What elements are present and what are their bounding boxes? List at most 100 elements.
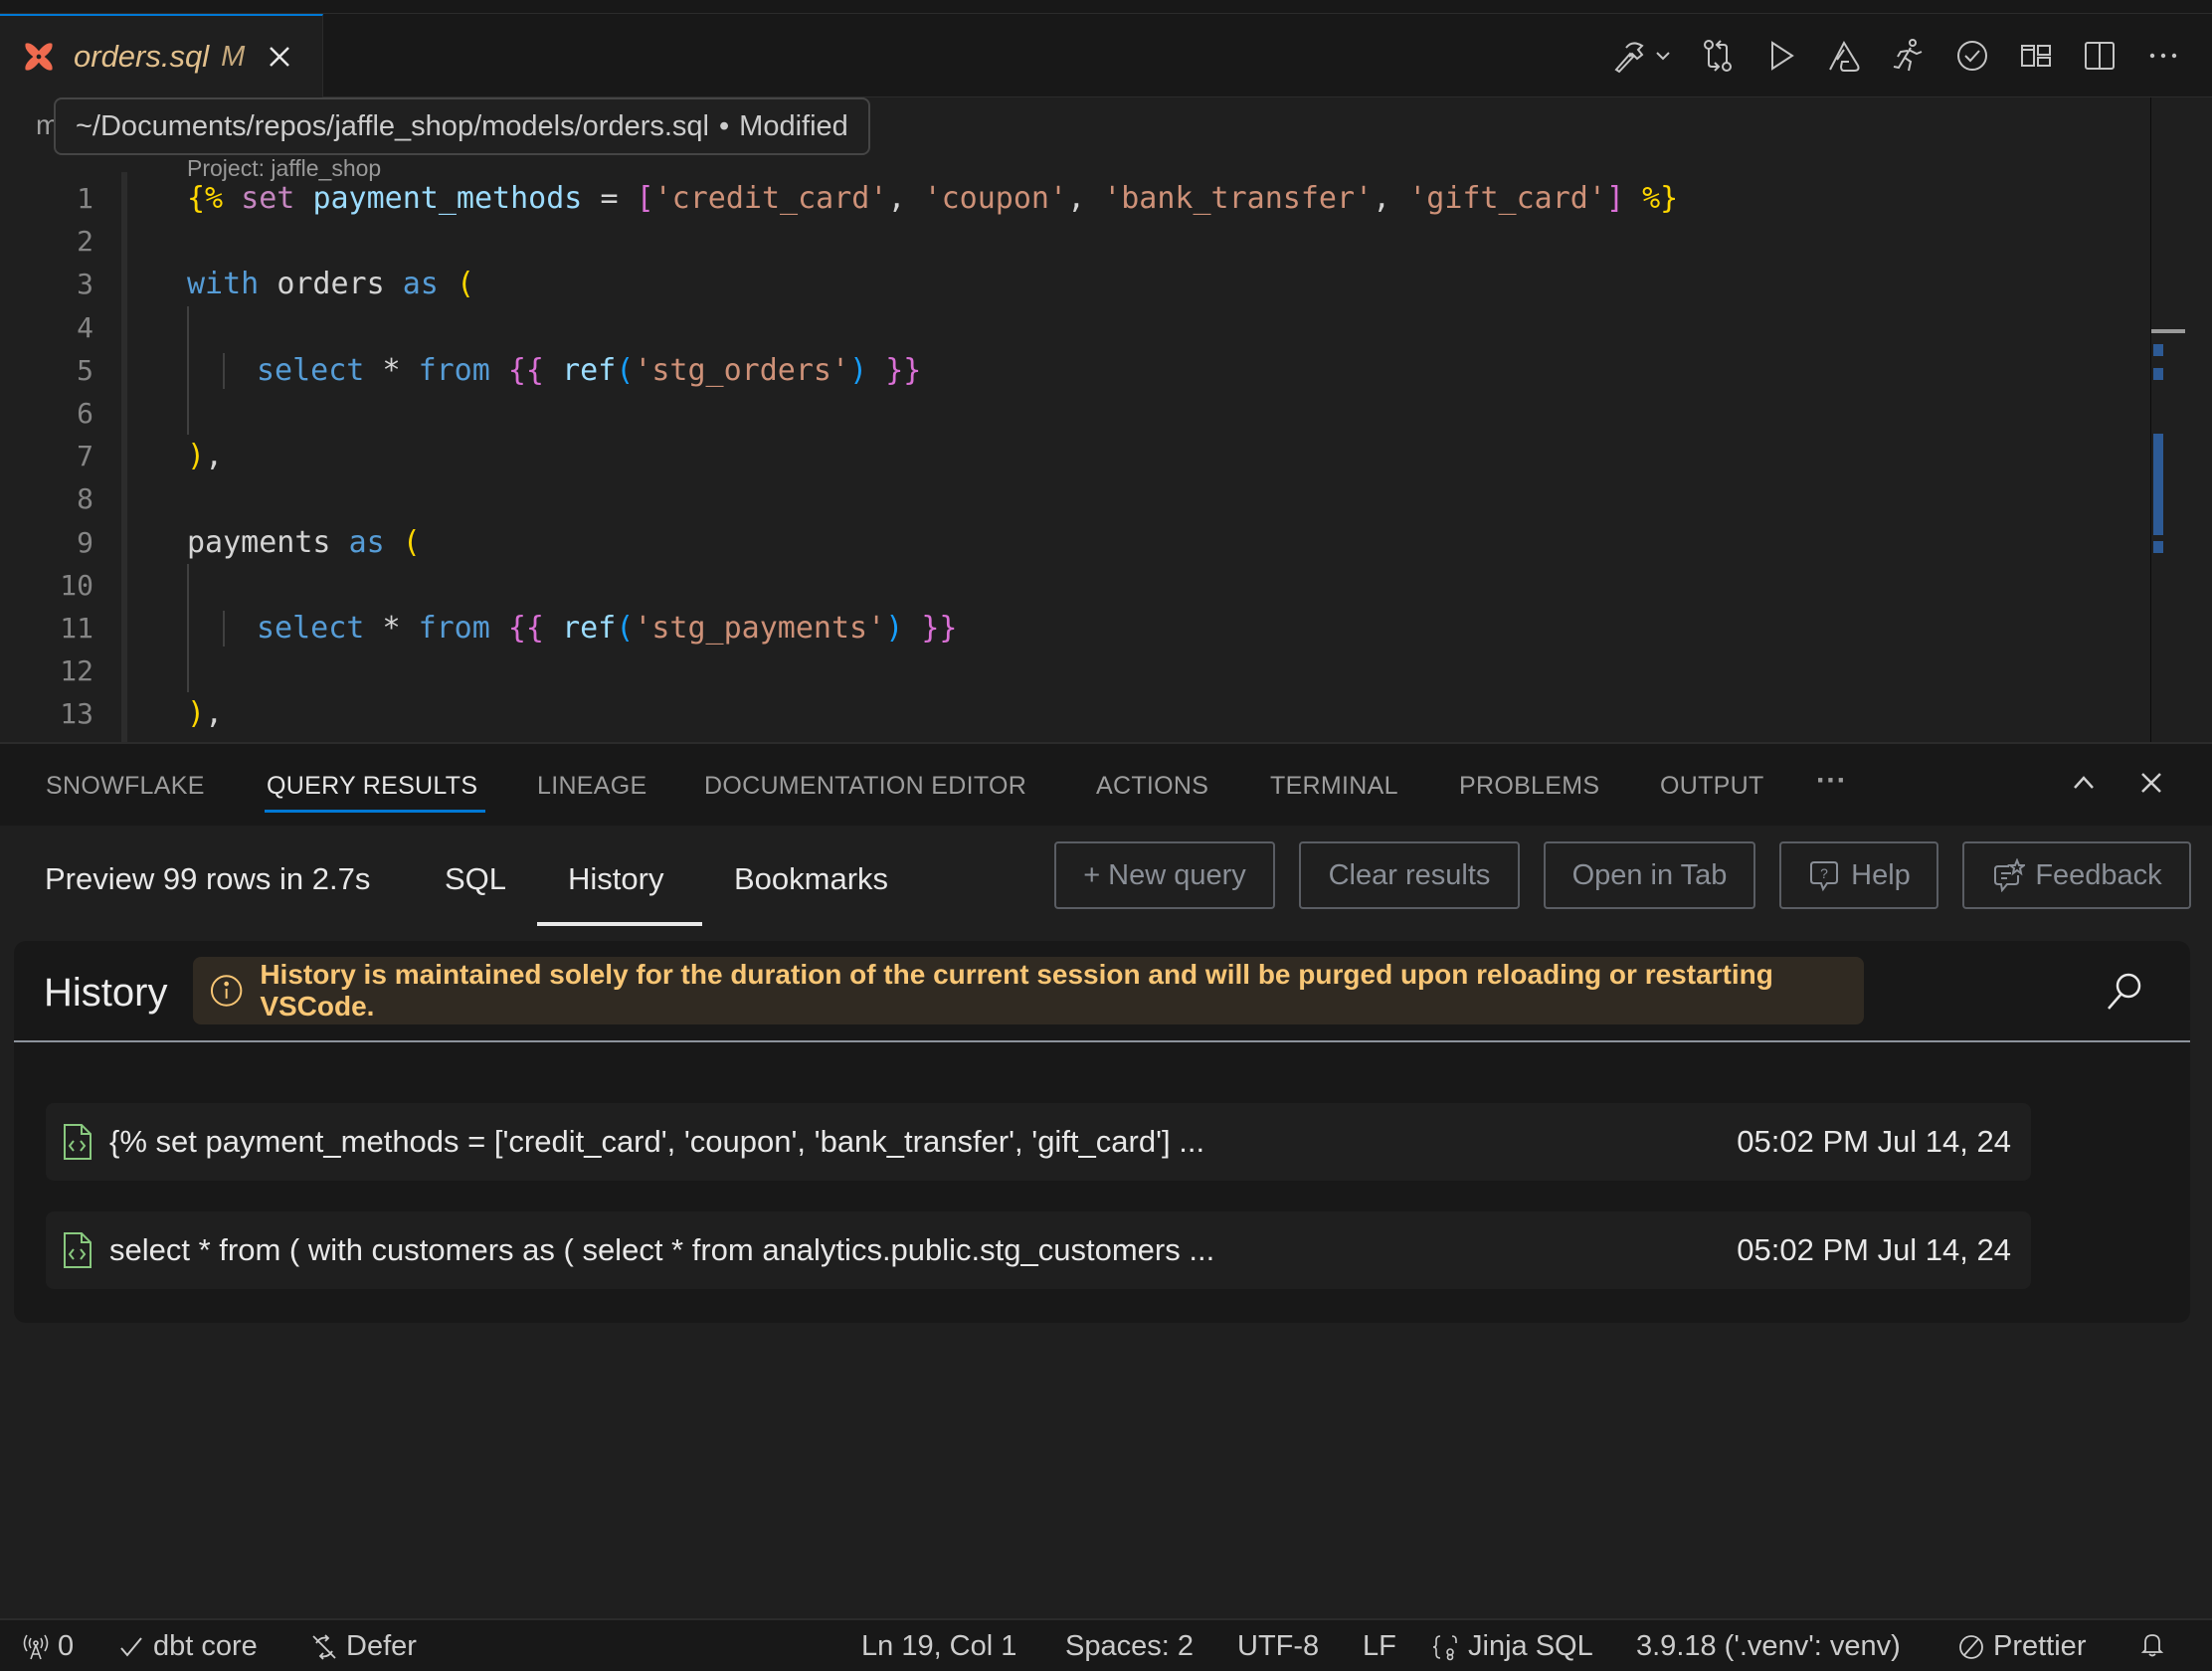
help-button[interactable]: ? Help bbox=[1779, 841, 1938, 909]
chevron-down-icon[interactable] bbox=[1653, 46, 1673, 66]
tooltip-separator: • bbox=[719, 109, 730, 142]
validate-button[interactable] bbox=[1953, 37, 1991, 75]
close-icon[interactable] bbox=[267, 44, 292, 70]
language-mode[interactable]: Jinja SQL bbox=[1432, 1630, 1593, 1663]
layout-button[interactable] bbox=[2017, 37, 2055, 75]
line-number: 1 bbox=[77, 182, 93, 216]
subtab-sql[interactable]: SQL bbox=[445, 861, 506, 897]
dbt-status[interactable]: dbt core bbox=[117, 1630, 258, 1663]
tab-snowflake[interactable]: SNOWFLAKE bbox=[46, 772, 205, 801]
cursor-position[interactable]: Ln 19, Col 1 bbox=[861, 1630, 1016, 1663]
code-line: 9 payments as ( bbox=[0, 521, 2128, 564]
tab-problems[interactable]: PROBLEMS bbox=[1459, 772, 1599, 801]
notice-text: History is maintained solely for the dur… bbox=[260, 959, 1773, 1021]
history-title: History bbox=[44, 971, 168, 1015]
line-number: 3 bbox=[77, 268, 93, 301]
build-button[interactable] bbox=[1611, 37, 1649, 75]
line-number: 4 bbox=[77, 310, 93, 344]
compare-changes-icon bbox=[1704, 40, 1732, 72]
eol-status[interactable]: LF bbox=[1363, 1630, 1396, 1663]
code-line: 7 ), bbox=[0, 435, 2128, 477]
encoding-status[interactable]: UTF-8 bbox=[1237, 1630, 1319, 1663]
minimap-cursor bbox=[2151, 329, 2185, 333]
query-results-view: Preview 99 rows in 2.7s SQL History Book… bbox=[0, 826, 2212, 1618]
subtab-bookmarks[interactable]: Bookmarks bbox=[734, 861, 888, 897]
modified-badge: M bbox=[221, 40, 246, 73]
more-tabs-button[interactable]: ··· bbox=[1816, 764, 1847, 798]
window-top-strip bbox=[0, 0, 2212, 14]
history-query: select * from ( with customers as ( sele… bbox=[109, 1232, 1215, 1267]
status-bar: 0 dbt core Defer Ln 19, Col 1 Spaces: 2 … bbox=[0, 1618, 2212, 1671]
split-editor-button[interactable] bbox=[2081, 37, 2119, 75]
help-label: Help bbox=[1851, 858, 1911, 891]
subtab-history[interactable]: History bbox=[568, 861, 663, 897]
new-query-button[interactable]: + New query bbox=[1054, 841, 1275, 909]
braces-icon bbox=[1432, 1634, 1457, 1660]
maximize-panel-button[interactable] bbox=[2067, 766, 2101, 800]
svg-text:?: ? bbox=[1820, 865, 1828, 881]
indentation-status[interactable]: Spaces: 2 bbox=[1065, 1630, 1194, 1663]
search-history-button[interactable] bbox=[2103, 969, 2146, 1013]
tab-filename: orders.sql bbox=[74, 39, 210, 74]
history-time: 05:02 PM Jul 14, 24 bbox=[1737, 1232, 2011, 1267]
code-line: 13 ), bbox=[0, 692, 2128, 735]
tab-documentation-editor[interactable]: DOCUMENTATION EDITOR bbox=[704, 772, 1026, 801]
prettier-status[interactable]: Prettier bbox=[1957, 1630, 2086, 1663]
feedback-label: Feedback bbox=[2035, 858, 2162, 891]
minimap-change-marker bbox=[2153, 368, 2163, 380]
code-line: 11 select * from {{ ref('stg_payments') … bbox=[0, 606, 2128, 650]
altimate-icon bbox=[1829, 40, 1860, 72]
compare-button[interactable] bbox=[1699, 37, 1737, 75]
defer-label: Defer bbox=[346, 1630, 417, 1662]
minimap-change-marker bbox=[2153, 344, 2163, 356]
history-item[interactable]: {% set payment_methods = ['credit_card',… bbox=[46, 1103, 2031, 1181]
close-icon bbox=[2141, 773, 2161, 793]
tab-query-results[interactable]: QUERY RESULTS bbox=[267, 772, 477, 801]
bell-icon bbox=[2140, 1634, 2164, 1657]
hammer-build-icon bbox=[1614, 42, 1644, 74]
info-icon bbox=[210, 975, 243, 1007]
code-line: 6 bbox=[0, 391, 2128, 435]
open-in-tab-label: Open in Tab bbox=[1571, 858, 1728, 891]
preview-summary: Preview 99 rows in 2.7s bbox=[45, 861, 371, 896]
tooltip-path: ~/Documents/repos/jaffle_shop/models/ord… bbox=[76, 109, 709, 142]
dbt-label: dbt core bbox=[153, 1630, 258, 1662]
python-interpreter[interactable]: 3.9.18 ('.venv': venv) bbox=[1636, 1630, 1901, 1663]
altimate-button[interactable] bbox=[1826, 37, 1864, 75]
tab-actions[interactable]: ACTIONS bbox=[1096, 772, 1208, 801]
chevron-up-icon bbox=[2074, 776, 2094, 789]
file-path-tooltip: ~/Documents/repos/jaffle_shop/models/ord… bbox=[54, 97, 870, 155]
check-circle-icon bbox=[1957, 41, 1987, 71]
history-notice: History is maintained solely for the dur… bbox=[193, 957, 1864, 1024]
search-icon bbox=[2108, 973, 2141, 1010]
open-in-tab-button[interactable]: Open in Tab bbox=[1544, 841, 1755, 909]
more-actions-button[interactable] bbox=[2144, 37, 2182, 75]
code-editor[interactable]: m ~/Documents/repos/jaffle_shop/models/o… bbox=[0, 97, 2212, 742]
notifications-button[interactable] bbox=[2138, 1630, 2166, 1658]
tab-lineage[interactable]: LINEAGE bbox=[537, 772, 646, 801]
line-number: 12 bbox=[60, 654, 93, 688]
tab-terminal[interactable]: TERMINAL bbox=[1270, 772, 1398, 801]
check-icon bbox=[120, 1636, 142, 1657]
history-item[interactable]: select * from ( with customers as ( sele… bbox=[46, 1211, 2031, 1289]
language-label: Jinja SQL bbox=[1468, 1630, 1593, 1662]
ports-status[interactable]: 0 bbox=[22, 1630, 74, 1663]
close-panel-button[interactable] bbox=[2134, 766, 2168, 800]
tooltip-status: Modified bbox=[739, 109, 848, 142]
minimap-scrollbar[interactable] bbox=[2150, 97, 2190, 742]
sql-file-icon bbox=[64, 1232, 92, 1268]
tab-output[interactable]: OUTPUT bbox=[1660, 772, 1764, 801]
line-number: 6 bbox=[77, 397, 93, 431]
run-tests-button[interactable] bbox=[1890, 37, 1928, 75]
defer-status[interactable]: Defer bbox=[310, 1630, 417, 1663]
run-icon bbox=[1771, 41, 1794, 71]
more-actions-icon bbox=[2149, 53, 2177, 59]
code-lines: 1 {% set payment_methods = ['credit_card… bbox=[0, 177, 2128, 735]
feedback-button[interactable]: Feedback bbox=[1962, 841, 2191, 909]
dbt-logo-icon bbox=[25, 43, 53, 71]
line-number: 7 bbox=[77, 440, 93, 473]
editor-tab-orders-sql[interactable]: orders.sql M bbox=[0, 14, 323, 97]
clear-results-button[interactable]: Clear results bbox=[1299, 841, 1520, 909]
run-button[interactable] bbox=[1762, 37, 1800, 75]
run-person-icon bbox=[1893, 39, 1923, 72]
